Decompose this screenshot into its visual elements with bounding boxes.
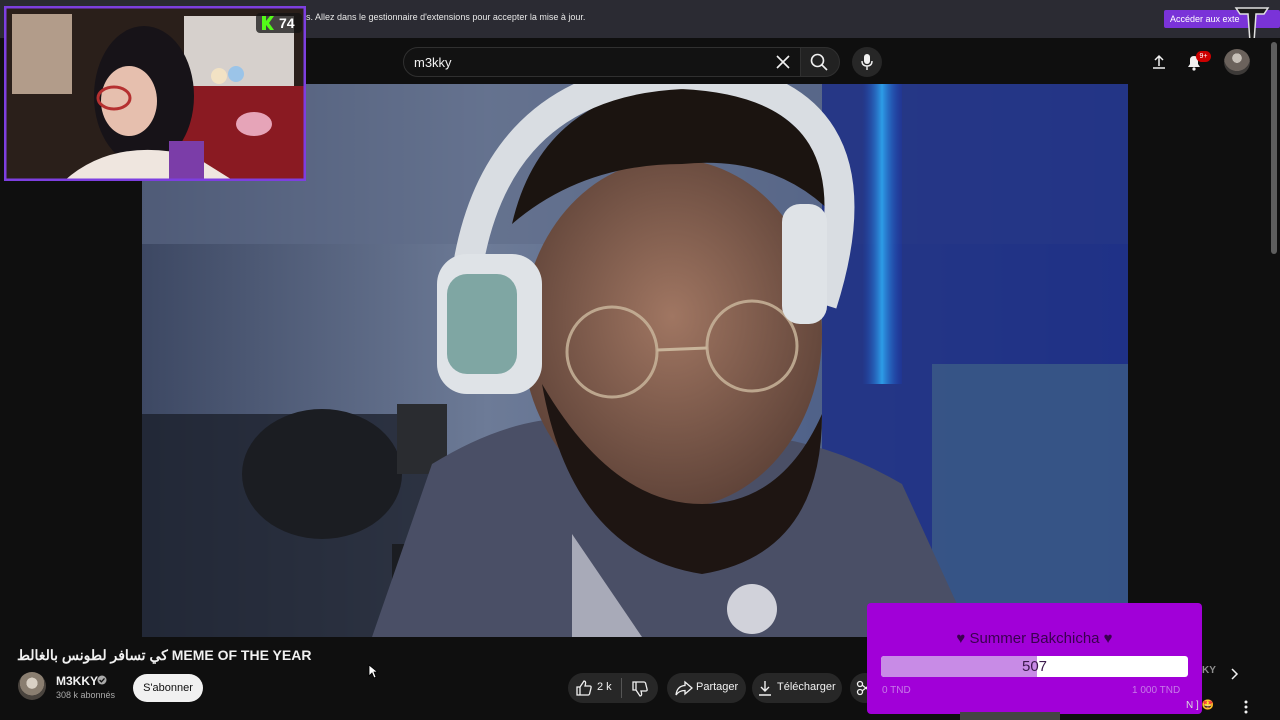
channel-avatar[interactable] (18, 672, 46, 700)
account-avatar[interactable] (1224, 49, 1250, 75)
subscriber-count: 308 k abonnés (56, 690, 116, 700)
channel-name[interactable]: M3KKY (56, 674, 98, 688)
viewer-count: 74 (279, 15, 295, 31)
donation-goal-min: 0 TND (882, 685, 911, 696)
page-scrollbar[interactable] (1271, 42, 1277, 254)
donation-goal-max: 1 000 TND (1132, 685, 1181, 696)
kick-icon (262, 16, 274, 30)
subscribe-button[interactable]: S'abonner (133, 674, 203, 702)
microphone-icon[interactable] (859, 53, 875, 71)
more-options-icon[interactable] (1241, 699, 1251, 715)
mouse-cursor-icon (368, 664, 378, 679)
search-input[interactable] (403, 47, 801, 77)
search-icon[interactable] (808, 51, 830, 73)
donation-goal-current: 507 (1021, 658, 1048, 675)
download-icon[interactable] (757, 679, 773, 697)
thumbs-down-icon[interactable] (631, 680, 649, 698)
chevron-right-icon[interactable] (1228, 667, 1240, 681)
recommended-thumbnail[interactable] (960, 712, 1060, 720)
verified-check-icon (97, 675, 107, 685)
upload-icon[interactable] (1150, 53, 1168, 71)
share-label[interactable]: Partager (696, 681, 738, 693)
video-title: كي تسافر لطونس بالغالط MEME OF THE YEAR (17, 647, 312, 663)
download-label[interactable]: Télécharger (777, 681, 836, 693)
notification-count-badge: 9+ (1196, 51, 1211, 62)
chip-label-partial[interactable]: KY (1202, 665, 1216, 676)
share-arrow-icon[interactable] (675, 680, 693, 696)
clear-search-icon[interactable] (772, 51, 794, 73)
donation-goal-title: ♥ Summer Bakchicha ♥ (956, 630, 1113, 647)
like-divider (621, 678, 622, 698)
search-query-text: m3kky (414, 55, 452, 70)
banner-message: s. Allez dans le gestionnaire d'extensio… (306, 12, 586, 22)
thumbs-up-icon[interactable] (575, 679, 593, 697)
like-count[interactable]: 2 k (597, 681, 612, 693)
recommended-title-partial[interactable]: N ] 🤩 (1186, 700, 1214, 711)
